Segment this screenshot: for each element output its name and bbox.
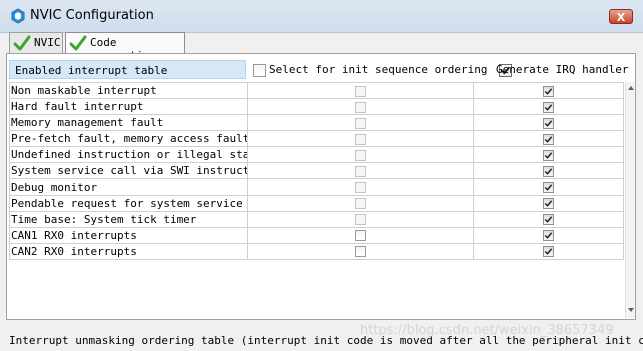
select-init-checkbox[interactable] [253,63,266,77]
interrupt-name: Debug monitor [9,178,248,196]
irq-handler-checkbox[interactable] [543,230,554,242]
table-row: CAN1 RX0 interrupts [9,226,624,244]
irq-handler-checkbox[interactable] [543,133,554,145]
table-row: Pendable request for system service [9,194,624,212]
watermark: https://blog.csdn.net/weixin_38657349 [360,323,614,338]
init-seq-checkbox [355,117,366,129]
table-row: System service call via SWI instruction [9,162,624,180]
green-check-icon [13,35,31,51]
init-seq-checkbox [355,101,366,113]
init-seq-cell [247,194,474,212]
irq-handler-checkbox[interactable] [543,117,554,129]
table-row: Time base: System tick timer [9,210,624,228]
irq-handler-cell [473,162,624,180]
init-seq-checkbox [355,198,366,210]
irq-handler-cell [473,81,624,100]
irq-handler-checkbox[interactable] [543,198,554,210]
checkmark-icon [544,120,553,127]
window-title: NVIC Configuration [30,8,154,23]
interrupt-name: Time base: System tick timer [9,210,248,228]
interrupt-name: Hard fault interrupt [9,98,248,116]
init-seq-cell [247,98,474,116]
irq-handler-checkbox[interactable] [543,85,554,97]
irq-handler-cell [473,226,624,244]
tab-code-generation[interactable]: Code generation [65,32,185,62]
irq-handler-checkbox[interactable] [543,246,554,258]
scroll-up-icon[interactable] [627,84,635,92]
interrupt-name: Undefined instruction or illegal state [9,146,248,164]
checkmark-icon [544,232,553,240]
irq-handler-cell [473,210,624,228]
irq-handler-cell [473,114,624,132]
checkmark-icon [544,184,553,191]
checkmark-icon [544,248,553,256]
irq-handler-checkbox[interactable] [543,182,554,193]
title-bar: NVIC Configuration X [0,0,643,33]
interrupt-name: CAN2 RX0 interrupts [9,242,248,261]
irq-handler-cell [473,98,624,116]
init-seq-checkbox [355,214,366,226]
init-seq-checkbox [355,133,366,145]
checkmark-icon [544,152,553,159]
init-seq-cell [247,130,474,148]
app-icon [11,8,25,24]
vertical-scrollbar[interactable] [625,82,635,318]
table-row: Debug monitor [9,178,624,196]
irq-handler-cell [473,130,624,148]
table-row: Undefined instruction or illegal state [9,146,624,164]
init-seq-checkbox [355,85,366,97]
init-seq-cell [247,226,474,244]
checkmark-icon [544,200,553,207]
checkmark-icon [544,103,553,111]
table-row: CAN2 RX0 interrupts [9,242,624,261]
init-seq-cell [247,210,474,228]
close-button[interactable]: X [609,9,633,24]
generate-irq-label: Generate IRQ handler [496,63,629,76]
irq-handler-checkbox[interactable] [543,214,554,226]
irq-handler-cell [473,178,624,196]
interrupt-name: System service call via SWI instruction [9,162,248,180]
init-seq-cell [247,162,474,180]
tab-nvic-label: NVIC [34,36,61,49]
interrupt-name: Pre-fetch fault, memory access fault [9,130,248,148]
interrupt-name: Memory management fault [9,114,248,132]
irq-handler-cell [473,194,624,212]
init-seq-cell [247,114,474,132]
checkmark-icon [544,216,553,223]
interrupt-table: Non maskable interrupt Hard fault interru… [9,81,624,261]
scroll-down-icon[interactable] [627,306,635,314]
init-seq-cell [247,242,474,261]
table-row: Hard fault interrupt [9,98,624,116]
green-check-icon [69,35,87,51]
enabled-table-header-label: Enabled interrupt table [15,64,168,77]
init-seq-checkbox[interactable] [355,246,366,258]
irq-handler-checkbox[interactable] [543,101,554,113]
init-seq-checkbox[interactable] [355,230,366,242]
checkmark-icon [544,168,553,175]
interrupt-name: CAN1 RX0 interrupts [9,226,248,244]
interrupt-name: Non maskable interrupt [9,81,248,100]
irq-handler-cell [473,146,624,164]
tab-nvic[interactable]: NVIC [9,32,63,53]
checkmark-icon [544,87,553,95]
init-seq-checkbox [355,182,366,193]
init-seq-cell [247,146,474,164]
init-seq-checkbox [355,165,366,177]
interrupt-name: Pendable request for system service [9,194,248,212]
init-seq-cell [247,178,474,196]
tab-bar: NVIC Code generation [6,32,637,62]
init-seq-checkbox [355,149,366,161]
irq-handler-cell [473,242,624,261]
init-seq-cell [247,81,474,100]
table-row: Pre-fetch fault, memory access fault [9,130,624,148]
enabled-table-header: Enabled interrupt table [9,60,246,79]
checkmark-icon [544,136,553,143]
table-row: Non maskable interrupt [9,81,624,100]
table-row: Memory management fault [9,114,624,132]
irq-handler-checkbox[interactable] [543,149,554,161]
select-init-label: Select for init sequence ordering [269,63,488,76]
irq-handler-checkbox[interactable] [543,165,554,177]
